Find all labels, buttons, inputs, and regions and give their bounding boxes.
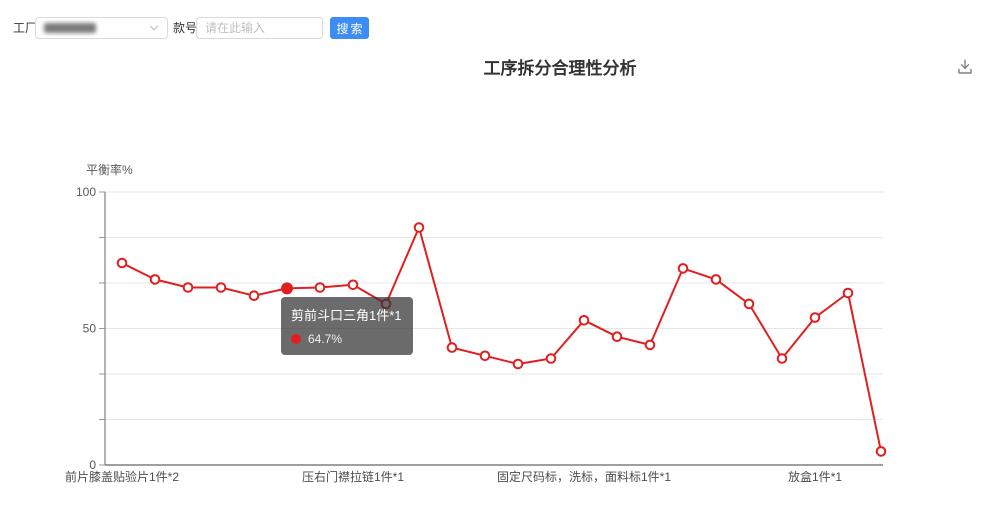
data-point[interactable] xyxy=(580,316,589,325)
data-point[interactable] xyxy=(514,360,523,369)
data-point[interactable] xyxy=(811,313,820,322)
data-point[interactable] xyxy=(481,352,490,361)
data-point[interactable] xyxy=(118,259,127,268)
data-point[interactable] xyxy=(415,223,424,232)
data-point[interactable] xyxy=(745,300,754,309)
x-axis-label: 前片膝盖贴验片1件*2 xyxy=(65,469,179,484)
y-axis-tick-label: 100 xyxy=(76,185,96,199)
data-point[interactable] xyxy=(778,354,787,363)
x-axis-label: 固定尺码标，洗标，面料标1件*1 xyxy=(497,469,671,484)
y-axis-title: 平衡率% xyxy=(86,162,133,177)
data-point[interactable] xyxy=(316,283,325,292)
data-point[interactable] xyxy=(250,291,259,300)
data-point[interactable] xyxy=(448,343,457,352)
x-axis-label: 压右门襟拉链1件*1 xyxy=(302,469,404,484)
data-point[interactable] xyxy=(613,332,622,341)
data-point[interactable] xyxy=(844,289,853,298)
y-axis-tick-label: 50 xyxy=(83,322,97,336)
x-axis-label: 放盒1件*1 xyxy=(788,469,842,484)
data-point[interactable] xyxy=(646,341,655,350)
data-point[interactable] xyxy=(349,281,358,290)
process-split-analysis-page: { "toolbar": { "factory_label": "工厂", "s… xyxy=(0,0,989,524)
data-point[interactable] xyxy=(712,275,721,284)
data-point[interactable] xyxy=(547,354,556,363)
data-point[interactable] xyxy=(184,283,193,292)
data-point[interactable] xyxy=(151,275,160,284)
data-point[interactable] xyxy=(382,300,391,309)
data-point[interactable] xyxy=(217,283,226,292)
line-series xyxy=(122,228,881,452)
balance-rate-line-chart[interactable]: 100500平衡率%前片膝盖贴验片1件*2压右门襟拉链1件*1固定尺码标，洗标，… xyxy=(0,0,989,524)
data-point[interactable] xyxy=(679,264,688,273)
data-point[interactable] xyxy=(877,447,886,456)
data-point-highlighted[interactable] xyxy=(282,283,292,293)
